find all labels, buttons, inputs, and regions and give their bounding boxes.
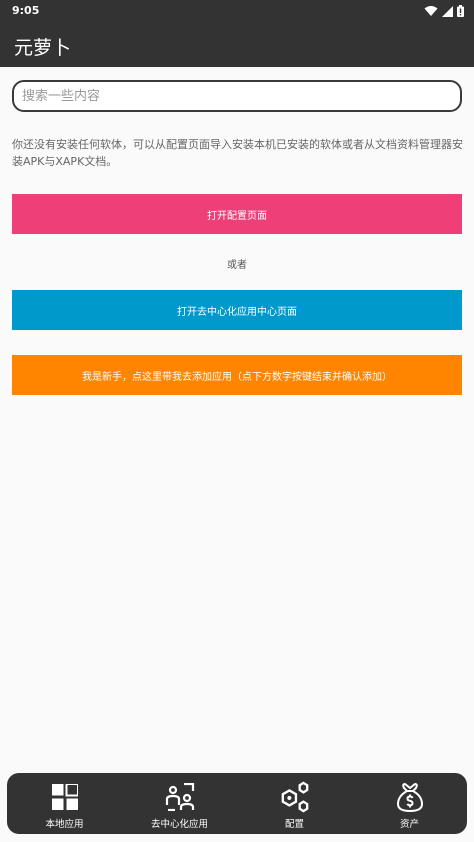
nav-item-assets[interactable]: 资产 [352,773,467,834]
grid-icon [50,782,80,812]
open-config-button[interactable]: 打开配置页面 [12,194,462,234]
app-title: 元萝卜 [14,37,72,59]
status-bar: 9:05 [0,0,474,22]
battery-icon [457,5,464,17]
nav-item-local-apps[interactable]: 本地应用 [7,773,122,834]
empty-notice: 你还没有安装任何软体，可以从配置页面导入安装本机已安装的软体或者从文档资料管理器… [12,138,463,168]
status-time: 9:05 [12,4,40,17]
bottom-nav: 本地应用 去中心化应用 配置 资产 [7,773,467,834]
nav-item-decentralized-apps[interactable]: 去中心化应用 [122,773,237,834]
nav-label: 本地应用 [45,819,84,830]
newbie-guide-button[interactable]: 我是新手，点这里带我去添加应用（点下方数字按键结束并确认添加） [12,355,462,395]
search-input[interactable] [14,82,460,110]
signal-icon [442,5,453,17]
money-bag-icon [395,782,425,812]
hexagons-icon [280,781,310,813]
status-icons [424,4,464,18]
nav-label: 资产 [399,819,419,830]
nav-label: 去中心化应用 [150,819,208,830]
search-box [12,80,462,112]
nav-label: 配置 [284,819,304,830]
people-icon [165,782,195,812]
or-separator: 或者 [227,260,247,271]
wifi-icon [424,6,438,16]
nav-item-config[interactable]: 配置 [237,773,352,834]
open-decentralized-center-button[interactable]: 打开去中心化应用中心页面 [12,290,462,330]
app-bar: 元萝卜 [0,22,474,67]
